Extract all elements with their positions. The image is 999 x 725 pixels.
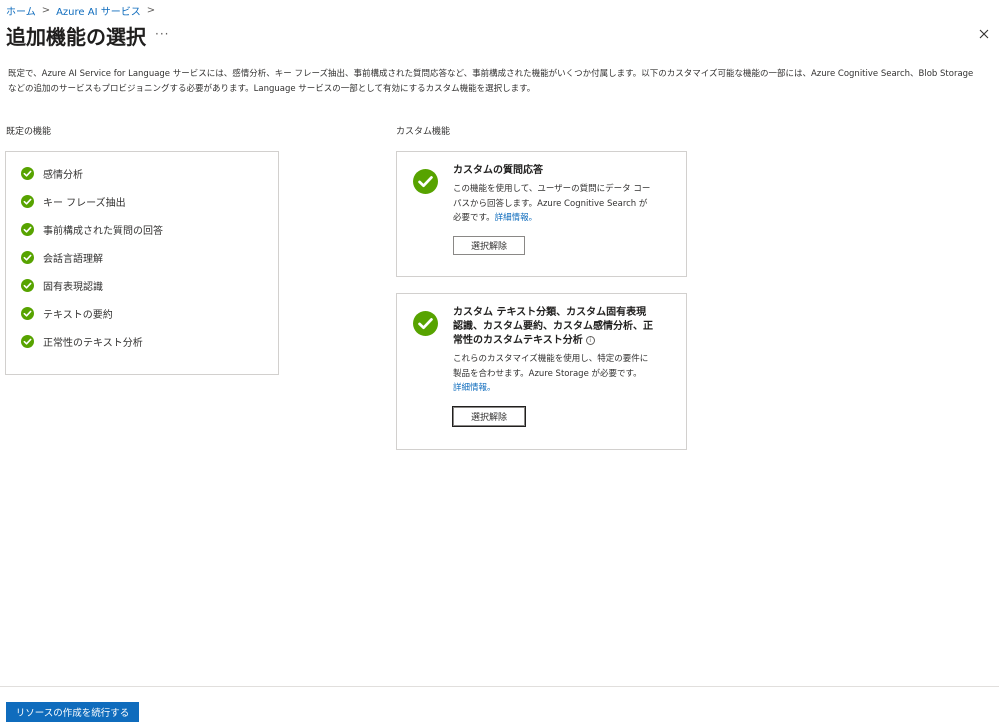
check-circle-icon bbox=[413, 169, 438, 194]
default-feature-item: テキストの要約 bbox=[21, 306, 113, 321]
default-feature-label: 感情分析 bbox=[43, 170, 83, 181]
intro-description: 既定で、Azure AI Service for Language サービスには… bbox=[8, 69, 974, 94]
breadcrumb: ホーム > Azure AI サービス > bbox=[6, 3, 155, 18]
default-feature-label: キー フレーズ抽出 bbox=[43, 198, 126, 209]
check-circle-icon bbox=[21, 335, 34, 348]
default-feature-label: 正常性のテキスト分析 bbox=[43, 338, 143, 349]
card-title: カスタム テキスト分類、カスタム固有表現認識、カスタム要約、カスタム感情分析、正… bbox=[453, 307, 653, 346]
default-feature-label: 固有表現認識 bbox=[43, 282, 103, 293]
check-circle-icon bbox=[21, 195, 34, 208]
card-title: カスタムの質問応答 bbox=[453, 165, 543, 176]
chevron-right-icon: > bbox=[146, 5, 156, 16]
learn-more-link[interactable]: 詳細情報。 bbox=[453, 383, 496, 393]
custom-feature-card-custom-text: カスタム テキスト分類、カスタム固有表現認識、カスタム要約、カスタム感情分析、正… bbox=[396, 293, 687, 450]
check-circle-icon bbox=[21, 223, 34, 236]
check-circle-icon bbox=[413, 311, 438, 336]
check-circle-icon bbox=[21, 307, 34, 320]
default-feature-item: 正常性のテキスト分析 bbox=[21, 334, 143, 349]
chevron-right-icon: > bbox=[41, 5, 51, 16]
close-icon[interactable] bbox=[977, 27, 991, 41]
custom-features-label: カスタム機能 bbox=[396, 127, 451, 137]
deselect-button[interactable]: 選択解除 bbox=[453, 236, 525, 255]
continue-create-resource-button[interactable]: リソースの作成を続行する bbox=[6, 702, 139, 722]
default-feature-label: 会話言語理解 bbox=[43, 254, 103, 265]
footer-divider bbox=[0, 686, 999, 687]
default-feature-item: 固有表現認識 bbox=[21, 278, 103, 293]
default-feature-item: 事前構成された質問の回答 bbox=[21, 222, 163, 237]
default-feature-item: キー フレーズ抽出 bbox=[21, 194, 126, 209]
card-description: この機能を使用して、ユーザーの質問にデータ コーパスから回答します。Azure … bbox=[453, 184, 651, 223]
default-feature-label: テキストの要約 bbox=[43, 310, 113, 321]
default-features-panel: 感情分析 キー フレーズ抽出 事前構成された質問の回答 会話言語理解 固有表現認… bbox=[5, 151, 279, 375]
check-circle-icon bbox=[21, 167, 34, 180]
default-feature-item: 感情分析 bbox=[21, 166, 83, 181]
default-feature-item: 会話言語理解 bbox=[21, 250, 103, 265]
default-feature-label: 事前構成された質問の回答 bbox=[43, 226, 163, 237]
breadcrumb-azure-ai-services[interactable]: Azure AI サービス bbox=[56, 3, 141, 18]
more-icon[interactable]: ··· bbox=[155, 27, 169, 41]
learn-more-link[interactable]: 詳細情報。 bbox=[495, 213, 538, 223]
default-features-label: 既定の機能 bbox=[6, 127, 52, 137]
card-description: これらのカスタマイズ機能を使用し、特定の要件に製品を合わせます。Azure St… bbox=[453, 354, 649, 393]
page-title: 追加機能の選択 bbox=[6, 25, 146, 49]
check-circle-icon bbox=[21, 279, 34, 292]
custom-feature-card-question-answering: カスタムの質問応答 この機能を使用して、ユーザーの質問にデータ コーパスから回答… bbox=[396, 151, 687, 277]
check-circle-icon bbox=[21, 251, 34, 264]
breadcrumb-home[interactable]: ホーム bbox=[6, 3, 36, 18]
info-icon[interactable]: i bbox=[585, 335, 595, 345]
deselect-button[interactable]: 選択解除 bbox=[452, 406, 526, 427]
